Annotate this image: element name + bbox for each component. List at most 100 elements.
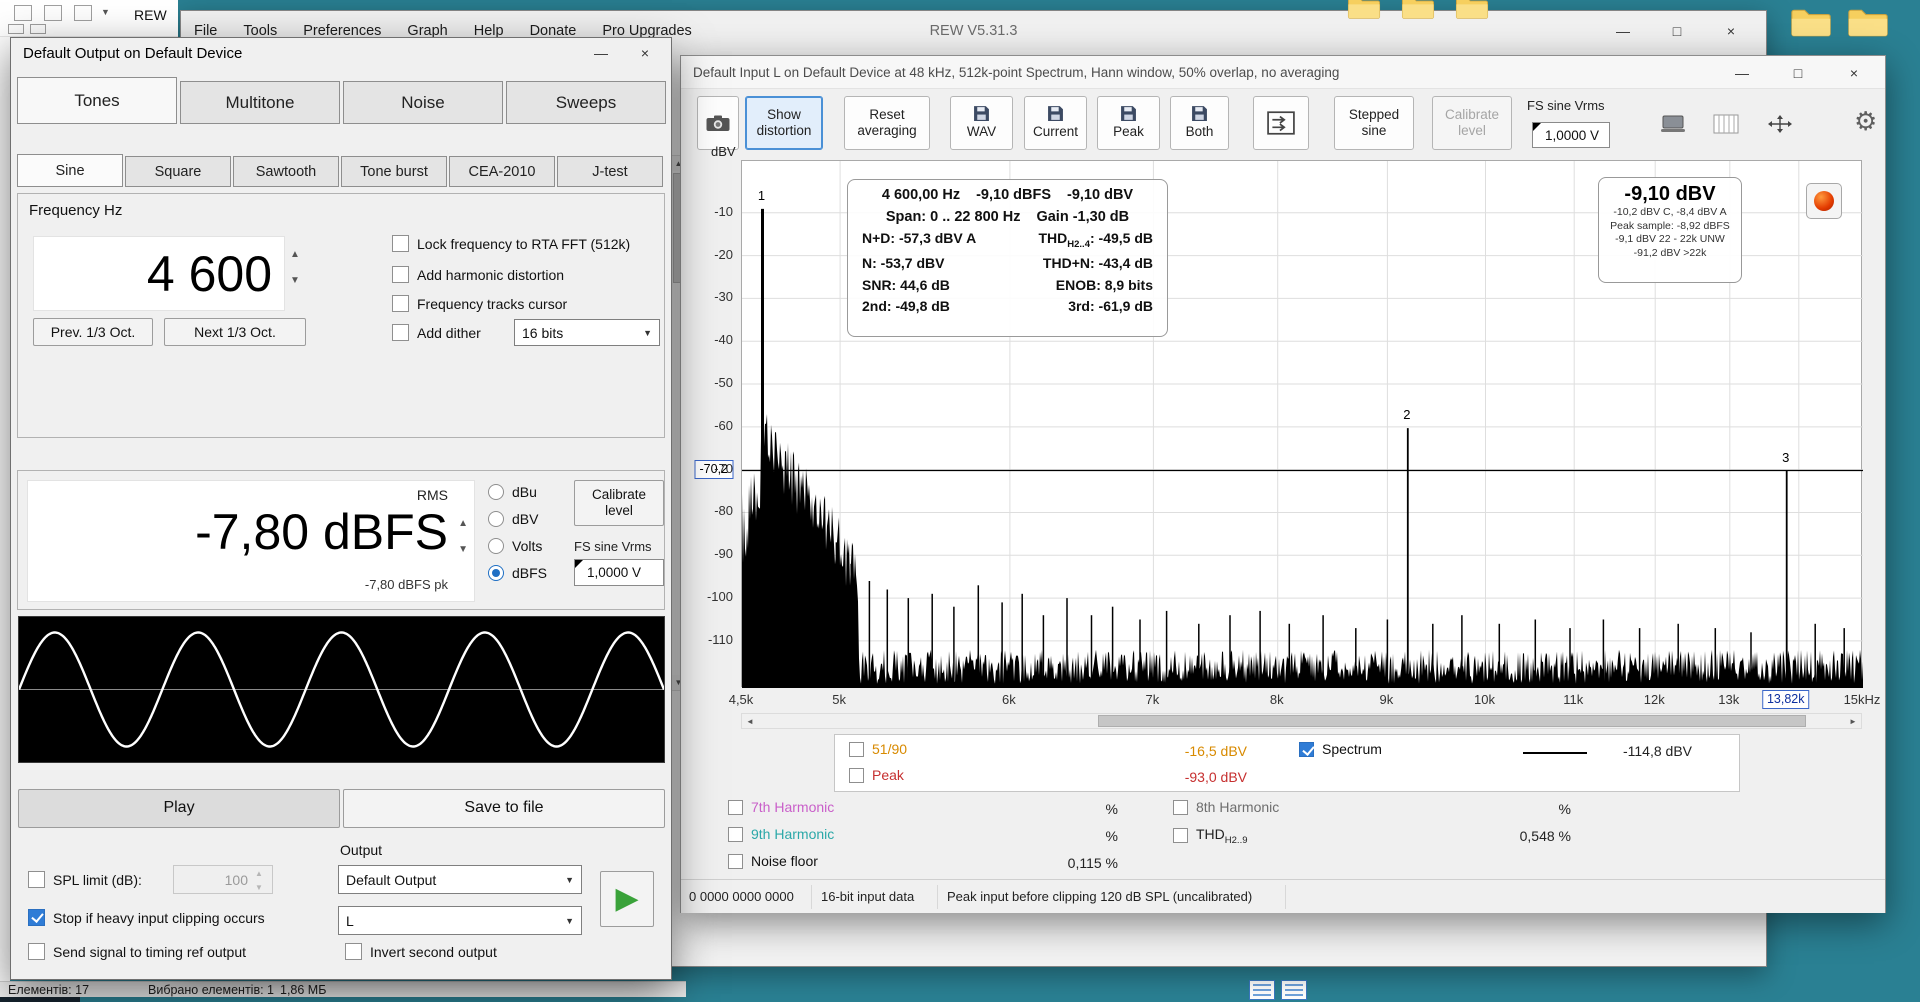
fit-graph-button[interactable] xyxy=(1759,109,1801,139)
subtab-jtest[interactable]: J-test xyxy=(557,156,663,187)
trace-5190-checkbox[interactable]: 51/90 xyxy=(849,741,907,757)
tab-multitone[interactable]: Multitone xyxy=(180,81,340,124)
spin-down-icon[interactable]: ▼ xyxy=(458,545,468,555)
calibrate-level-button[interactable]: Calibrate level xyxy=(574,480,664,526)
save-current-button[interactable]: Current xyxy=(1024,96,1087,150)
trace-spectrum-checkbox[interactable]: Spectrum xyxy=(1299,741,1382,757)
toolbar-icon[interactable] xyxy=(44,5,62,21)
folder-icon-small[interactable] xyxy=(1453,0,1491,20)
trace-peak-checkbox[interactable]: Peak xyxy=(849,767,904,783)
harmonic-9-checkbox[interactable]: 9th Harmonic xyxy=(728,826,834,842)
capture-image-button[interactable] xyxy=(697,96,739,150)
reset-averaging-button[interactable]: Reset averaging xyxy=(844,96,930,150)
save-to-file-button[interactable]: Save to file xyxy=(343,789,665,828)
minimize-button[interactable]: — xyxy=(1721,59,1763,86)
invert-second-output-checkbox[interactable]: Invert second output xyxy=(345,943,497,960)
bars-view-button[interactable] xyxy=(1703,109,1749,139)
close-button[interactable]: × xyxy=(1710,17,1752,44)
harmonic-8-checkbox[interactable]: 8th Harmonic xyxy=(1173,799,1279,815)
stepped-sine-button[interactable]: Stepped sine xyxy=(1334,96,1414,150)
close-button[interactable]: × xyxy=(1833,59,1875,86)
level-dbv-readout: -9,10 dBV xyxy=(1067,187,1133,203)
generator-play-button[interactable]: ▶ xyxy=(600,871,654,927)
toolbar-icon[interactable] xyxy=(8,24,24,34)
gear-icon[interactable]: ⚙ xyxy=(1854,106,1877,137)
tab-noise[interactable]: Noise xyxy=(343,81,503,124)
maximize-button[interactable]: □ xyxy=(1656,17,1698,44)
save-peak-button[interactable]: Peak xyxy=(1097,96,1160,150)
frequency-spinner[interactable]: ▲ ▼ xyxy=(290,250,300,286)
spin-up-icon[interactable]: ▲ xyxy=(290,250,300,260)
folder-icon-small[interactable] xyxy=(1345,0,1383,20)
input-routing-icon xyxy=(1267,111,1295,135)
frequency-tracks-cursor-checkbox[interactable]: Frequency tracks cursor xyxy=(392,295,567,312)
spl-limit-checkbox[interactable]: SPL limit (dB): xyxy=(28,871,142,888)
lock-frequency-checkbox[interactable]: Lock frequency to RTA FFT (512k) xyxy=(392,235,630,252)
generator-titlebar: Default Output on Default Device — × xyxy=(11,38,671,69)
record-button[interactable] xyxy=(1806,183,1842,219)
scroll-left-icon[interactable]: ◄ xyxy=(742,714,758,728)
add-harmonic-distortion-label: Add harmonic distortion xyxy=(417,267,564,283)
subtab-tone-burst[interactable]: Tone burst xyxy=(341,156,447,187)
subtab-sine[interactable]: Sine xyxy=(17,154,123,187)
stepped-sine-label: Stepped sine xyxy=(1345,107,1403,139)
save-wav-button[interactable]: WAV xyxy=(950,96,1013,150)
output-channel-dropdown[interactable]: L ▼ xyxy=(338,906,582,935)
peak-marker: 2 xyxy=(1403,407,1410,422)
thd-checkbox[interactable]: THDH2..9 xyxy=(1173,826,1248,846)
stop-on-clipping-checkbox[interactable]: Stop if heavy input clipping occurs xyxy=(28,909,265,926)
chevron-down-icon[interactable]: ▼ xyxy=(101,7,110,17)
show-distortion-label: Show distortion xyxy=(753,107,815,139)
measurement-overlay: 4 600,00 Hz -9,10 dBFS -9,10 dBV Span: 0… xyxy=(847,179,1168,337)
close-button[interactable]: × xyxy=(628,39,662,66)
rms-label: RMS xyxy=(417,487,448,503)
play-button[interactable]: Play xyxy=(18,789,340,828)
toolbar-icon[interactable] xyxy=(74,5,92,21)
tab-sweeps[interactable]: Sweeps xyxy=(506,81,666,124)
scrollbar-thumb[interactable] xyxy=(1098,715,1806,727)
subtab-sawtooth[interactable]: Sawtooth xyxy=(233,156,339,187)
toolbar-icon[interactable] xyxy=(30,24,46,34)
minimize-button[interactable]: — xyxy=(584,39,618,66)
level-spinner[interactable]: ▲ ▼ xyxy=(458,519,468,555)
scroll-right-icon[interactable]: ► xyxy=(1845,714,1861,728)
peak-marker: 1 xyxy=(758,188,765,203)
folder-icon-small[interactable] xyxy=(1399,0,1437,20)
show-distortion-button[interactable]: Show distortion xyxy=(745,96,823,150)
next-third-octave-button[interactable]: Next 1/3 Oct. xyxy=(164,318,306,346)
tab-tones[interactable]: Tones xyxy=(17,77,177,124)
desktop-folder-icon[interactable] xyxy=(1846,6,1890,38)
add-harmonic-distortion-checkbox[interactable]: Add harmonic distortion xyxy=(392,266,564,283)
fs-sine-vrms-input[interactable]: 1,0000 V xyxy=(574,559,664,586)
maximize-button[interactable]: □ xyxy=(1777,59,1819,86)
desktop-folder-icon[interactable] xyxy=(1789,6,1833,38)
horizontal-scrollbar[interactable]: ◄ ► xyxy=(741,713,1862,729)
noise-floor-checkbox[interactable]: Noise floor xyxy=(728,853,818,869)
fs-sine-vrms-input[interactable]: 1,0000 V xyxy=(1532,122,1610,148)
prev-third-octave-button[interactable]: Prev. 1/3 Oct. xyxy=(33,318,153,346)
x-tick-label: 10k xyxy=(1474,692,1495,707)
input-routing-button[interactable] xyxy=(1253,96,1309,150)
spectrum-plot[interactable]: 4 600,00 Hz -9,10 dBFS -9,10 dBV Span: 0… xyxy=(741,160,1862,687)
subtab-cea2010[interactable]: CEA-2010 xyxy=(449,156,555,187)
harmonic-7-checkbox[interactable]: 7th Harmonic xyxy=(728,799,834,815)
unit-dbfs-radio[interactable]: dBFS xyxy=(488,565,547,581)
taskbar-doc-icon[interactable] xyxy=(1249,980,1275,1000)
spin-down-icon[interactable]: ▼ xyxy=(290,276,300,286)
minimize-button[interactable]: — xyxy=(1602,17,1644,44)
taskbar-doc-icon[interactable] xyxy=(1281,980,1307,1000)
subtab-square[interactable]: Square xyxy=(125,156,231,187)
unit-dbv-radio[interactable]: dBV xyxy=(488,511,538,527)
spin-up-icon[interactable]: ▲ xyxy=(458,519,468,529)
toolbar-icon[interactable] xyxy=(14,5,32,21)
timing-ref-checkbox[interactable]: Send signal to timing ref output xyxy=(28,943,246,960)
dither-bits-dropdown[interactable]: 16 bits ▼ xyxy=(514,319,660,346)
add-dither-checkbox[interactable]: Add dither xyxy=(392,324,481,341)
unit-dbu-radio[interactable]: dBu xyxy=(488,484,537,500)
output-device-dropdown[interactable]: Default Output ▼ xyxy=(338,865,582,894)
timing-ref-label: Send signal to timing ref output xyxy=(53,944,246,960)
y-tick-label: -80 xyxy=(714,503,733,518)
display-mode-button[interactable] xyxy=(1652,109,1694,139)
save-both-button[interactable]: Both xyxy=(1170,96,1229,150)
unit-volts-radio[interactable]: Volts xyxy=(488,538,542,554)
